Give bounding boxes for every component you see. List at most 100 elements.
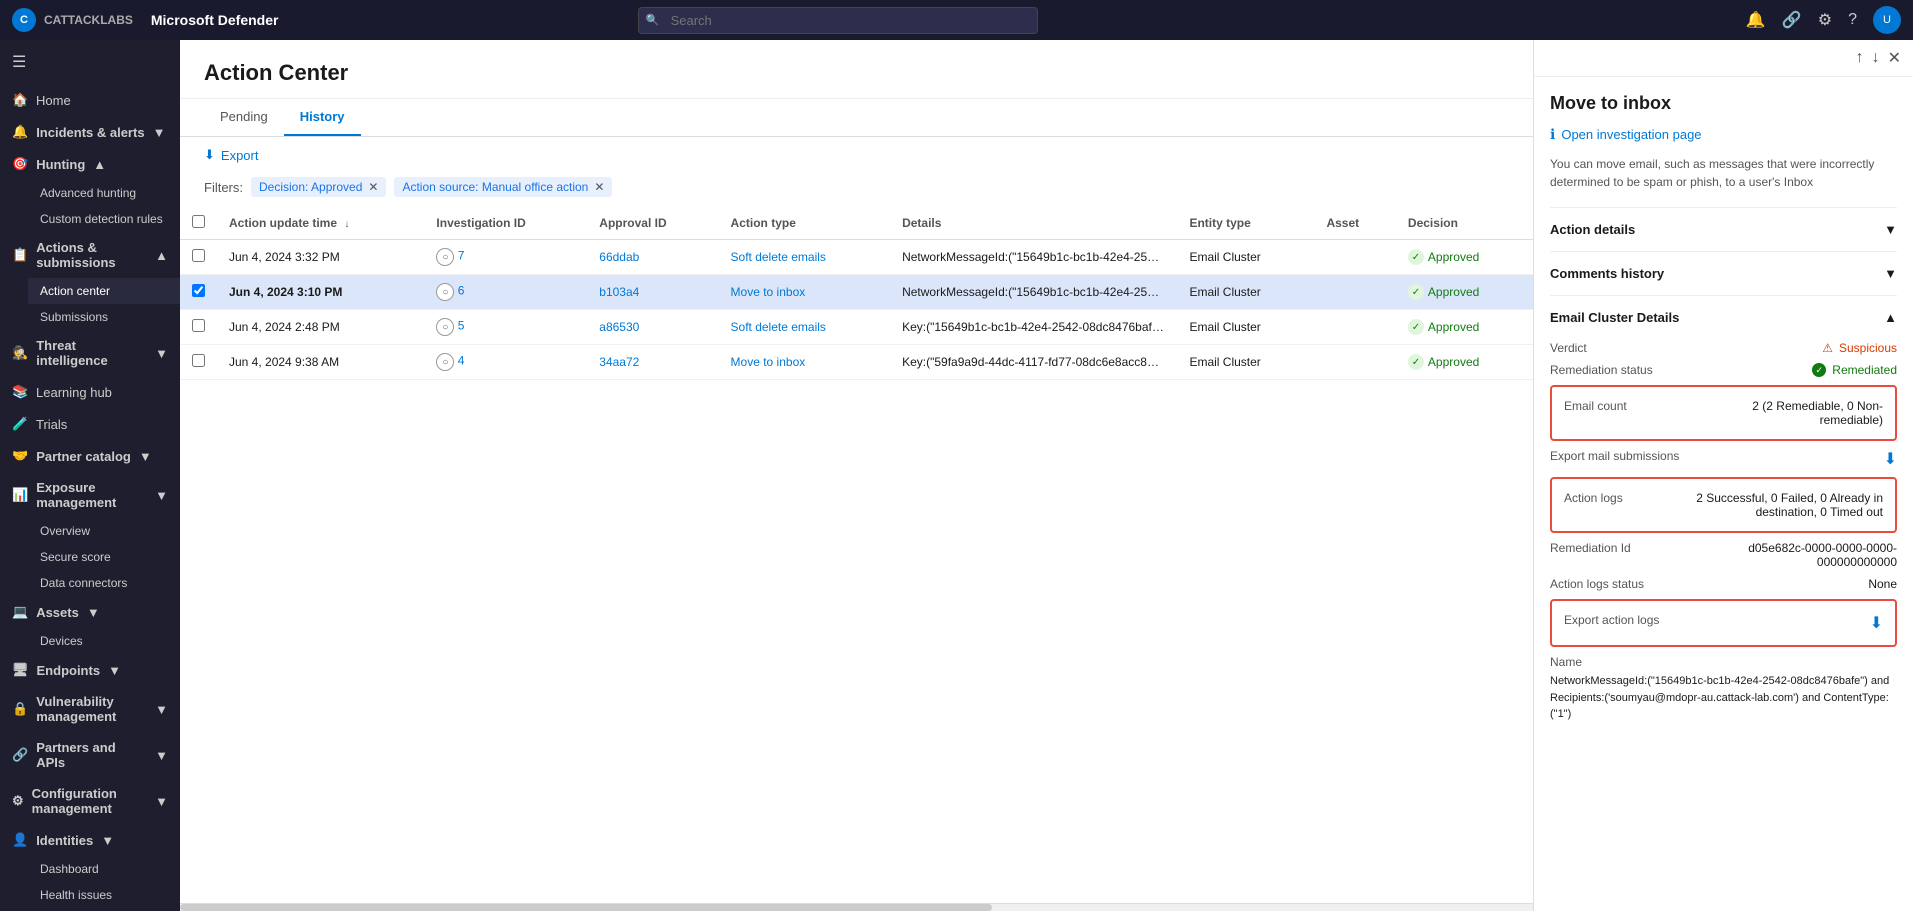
investigation-circle[interactable]: ○	[436, 353, 454, 371]
sidebar-item-home[interactable]: 🏠 Home	[0, 84, 180, 116]
row-checkbox[interactable]	[192, 319, 205, 332]
link-icon[interactable]: 🔗	[1782, 10, 1802, 30]
filters-label: Filters:	[204, 180, 243, 195]
row-decision: Approved	[1396, 240, 1533, 275]
sidebar-item-partners-apis[interactable]: 🔗 Partners and APIs ▼	[0, 732, 180, 778]
filter-chip-label: Decision: Approved	[259, 180, 362, 194]
chevron-down-icon: ▼	[155, 702, 168, 717]
row-entity-type: Email Cluster	[1177, 310, 1314, 345]
hamburger-icon[interactable]: ☰	[0, 40, 180, 84]
sidebar-item-data-connectors[interactable]: Data connectors	[28, 570, 180, 596]
panel-description: You can move email, such as messages tha…	[1550, 155, 1897, 191]
sidebar-item-trials[interactable]: 🧪 Trials	[0, 408, 180, 440]
action-logs-value: 2 Successful, 0 Failed, 0 Already in des…	[1692, 491, 1883, 519]
settings-icon[interactable]: ⚙	[1818, 10, 1832, 30]
remediation-id-value: d05e682c-0000-0000-0000-000000000000	[1678, 541, 1897, 569]
sidebar-item-custom-detection[interactable]: Custom detection rules	[28, 206, 180, 232]
section-label-comments-history: Comments history	[1550, 266, 1664, 281]
investigation-circle[interactable]: ○	[436, 248, 454, 266]
row-approval-id[interactable]: 66ddab	[587, 240, 718, 275]
panel-nav-down-button[interactable]: ↓	[1872, 49, 1880, 67]
investigation-circle[interactable]: ○	[436, 318, 454, 336]
avatar[interactable]: U	[1873, 6, 1901, 34]
export-mail-icon[interactable]: ⬇	[1884, 449, 1897, 469]
export-button[interactable]: ⬇ Export	[204, 147, 258, 163]
sidebar-item-dashboard[interactable]: Dashboard	[28, 856, 180, 882]
scroll-bar[interactable]	[180, 903, 1533, 911]
sidebar-item-assets[interactable]: 💻 Assets ▼	[0, 596, 180, 628]
table-row[interactable]: Jun 4, 2024 9:38 AM ○ 4 34aa72 Move to i…	[180, 345, 1533, 380]
row-action-type: Move to inbox	[719, 275, 891, 310]
chevron-down-icon: ▼	[139, 449, 152, 464]
row-action-type: Soft delete emails	[719, 240, 891, 275]
sidebar-item-incidents-alerts[interactable]: 🔔 Incidents & alerts ▼	[0, 116, 180, 148]
row-approval-id[interactable]: b103a4	[587, 275, 718, 310]
approved-badge: Approved	[1408, 249, 1521, 265]
sidebar-item-label: Overview	[40, 524, 168, 538]
notification-icon[interactable]: 🔔	[1746, 10, 1766, 30]
row-approval-id[interactable]: 34aa72	[587, 345, 718, 380]
sidebar-item-devices[interactable]: Devices	[28, 628, 180, 654]
filter-chip-close-icon[interactable]: ✕	[594, 180, 604, 194]
sidebar-item-actions-submissions[interactable]: 📋 Actions & submissions ▲	[0, 232, 180, 278]
row-checkbox[interactable]	[192, 249, 205, 262]
sidebar-item-label: Submissions	[40, 310, 168, 324]
sidebar-item-hunting[interactable]: 🎯 Hunting ▲	[0, 148, 180, 180]
panel-nav-up-button[interactable]: ↑	[1856, 49, 1864, 67]
sidebar-item-secure-score[interactable]: Secure score	[28, 544, 180, 570]
name-row: Name NetworkMessageId:("15649b1c-bc1b-42…	[1550, 651, 1897, 727]
table-row[interactable]: Jun 4, 2024 3:10 PM ○ 6 b103a4 Move to i…	[180, 275, 1533, 310]
export-action-logs-icon[interactable]: ⬇	[1870, 613, 1883, 633]
filter-chip-close-icon[interactable]: ✕	[368, 180, 378, 194]
sidebar-item-partner-catalog[interactable]: 🤝 Partner catalog ▼	[0, 440, 180, 472]
open-investigation-link[interactable]: ℹ Open investigation page	[1550, 126, 1897, 143]
sidebar-item-overview[interactable]: Overview	[28, 518, 180, 544]
sidebar-item-action-center[interactable]: Action center	[28, 278, 180, 304]
hunting-icon: 🎯	[12, 156, 28, 172]
col-action-type: Action type	[719, 207, 891, 240]
threat-icon: 🕵	[12, 345, 28, 361]
table-row[interactable]: Jun 4, 2024 3:32 PM ○ 7 66ddab Soft dele…	[180, 240, 1533, 275]
section-header-action-details[interactable]: Action details ▼	[1550, 218, 1897, 241]
col-details: Details	[890, 207, 1177, 240]
investigation-circle[interactable]: ○	[436, 283, 454, 301]
investigation-link[interactable]: 7	[458, 249, 465, 263]
row-checkbox[interactable]	[192, 284, 205, 297]
table-row[interactable]: Jun 4, 2024 2:48 PM ○ 5 a86530 Soft dele…	[180, 310, 1533, 345]
chevron-down-icon: ▼	[101, 833, 114, 848]
chevron-down-icon: ▼	[155, 794, 168, 809]
sidebar-item-submissions[interactable]: Submissions	[28, 304, 180, 330]
row-approval-id[interactable]: a86530	[587, 310, 718, 345]
sidebar-item-health-issues[interactable]: Health issues	[28, 882, 180, 908]
assets-submenu: Devices	[0, 628, 180, 654]
tab-history[interactable]: History	[284, 99, 361, 136]
filter-chip-action-source[interactable]: Action source: Manual office action ✕	[394, 177, 612, 197]
row-investigation-id: ○ 4	[424, 345, 587, 380]
sidebar-item-config-management[interactable]: ⚙ Configuration management ▼	[0, 778, 180, 824]
sidebar-item-learning-hub[interactable]: 📚 Learning hub	[0, 376, 180, 408]
help-icon[interactable]: ?	[1848, 11, 1857, 29]
investigation-link[interactable]: 5	[458, 319, 465, 333]
sidebar-item-endpoints[interactable]: 🖥 Endpoints ▼	[0, 654, 180, 686]
col-decision: Decision	[1396, 207, 1533, 240]
right-panel: ↑ ↓ ✕ Move to inbox ℹ Open investigation…	[1533, 40, 1913, 911]
section-header-email-cluster[interactable]: Email Cluster Details ▲	[1550, 306, 1897, 329]
sidebar-item-exposure-management[interactable]: 📊 Exposure management ▼	[0, 472, 180, 518]
sidebar-item-identities[interactable]: 👤 Identities ▼	[0, 824, 180, 856]
filter-chip-decision[interactable]: Decision: Approved ✕	[251, 177, 386, 197]
sidebar-item-vulnerability[interactable]: 🔒 Vulnerability management ▼	[0, 686, 180, 732]
actions-table: Action update time ↓ Investigation ID Ap…	[180, 207, 1533, 380]
panel-close-button[interactable]: ✕	[1888, 48, 1901, 68]
chevron-up-icon: ▲	[155, 248, 168, 263]
tab-pending[interactable]: Pending	[204, 99, 284, 136]
investigation-link[interactable]: 4	[458, 354, 465, 368]
section-header-comments-history[interactable]: Comments history ▼	[1550, 262, 1897, 285]
sidebar-item-advanced-hunting[interactable]: Advanced hunting	[28, 180, 180, 206]
sidebar-item-threat-intelligence[interactable]: 🕵 Threat intelligence ▼	[0, 330, 180, 376]
investigation-link[interactable]: 6	[458, 284, 465, 298]
search-bar[interactable]	[638, 7, 1038, 34]
email-count-row: Email count 2 (2 Remediable, 0 Non-remed…	[1564, 395, 1883, 431]
row-checkbox[interactable]	[192, 354, 205, 367]
select-all-checkbox[interactable]	[192, 215, 205, 228]
search-input[interactable]	[638, 7, 1038, 34]
